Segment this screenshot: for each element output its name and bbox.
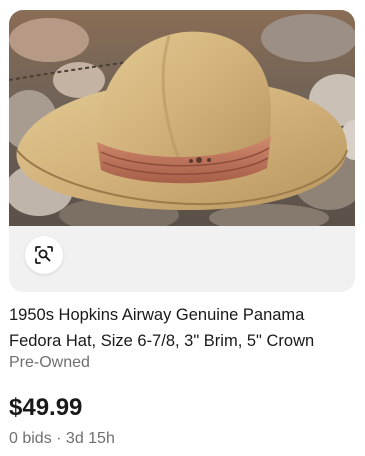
visual-search-icon bbox=[35, 246, 53, 264]
bids-and-time-left: 0 bids · 3d 15h bbox=[9, 430, 115, 447]
listing-image[interactable] bbox=[9, 10, 355, 226]
item-price: $49.99 bbox=[9, 394, 83, 421]
listing-card[interactable]: 1950s Hopkins Airway Genuine Panama Fedo… bbox=[0, 0, 365, 456]
listing-title[interactable]: 1950s Hopkins Airway Genuine Panama Fedo… bbox=[9, 302, 359, 354]
visual-search-button[interactable] bbox=[25, 236, 63, 274]
listing-image-container[interactable] bbox=[9, 10, 355, 292]
item-condition: Pre-Owned bbox=[9, 354, 90, 371]
